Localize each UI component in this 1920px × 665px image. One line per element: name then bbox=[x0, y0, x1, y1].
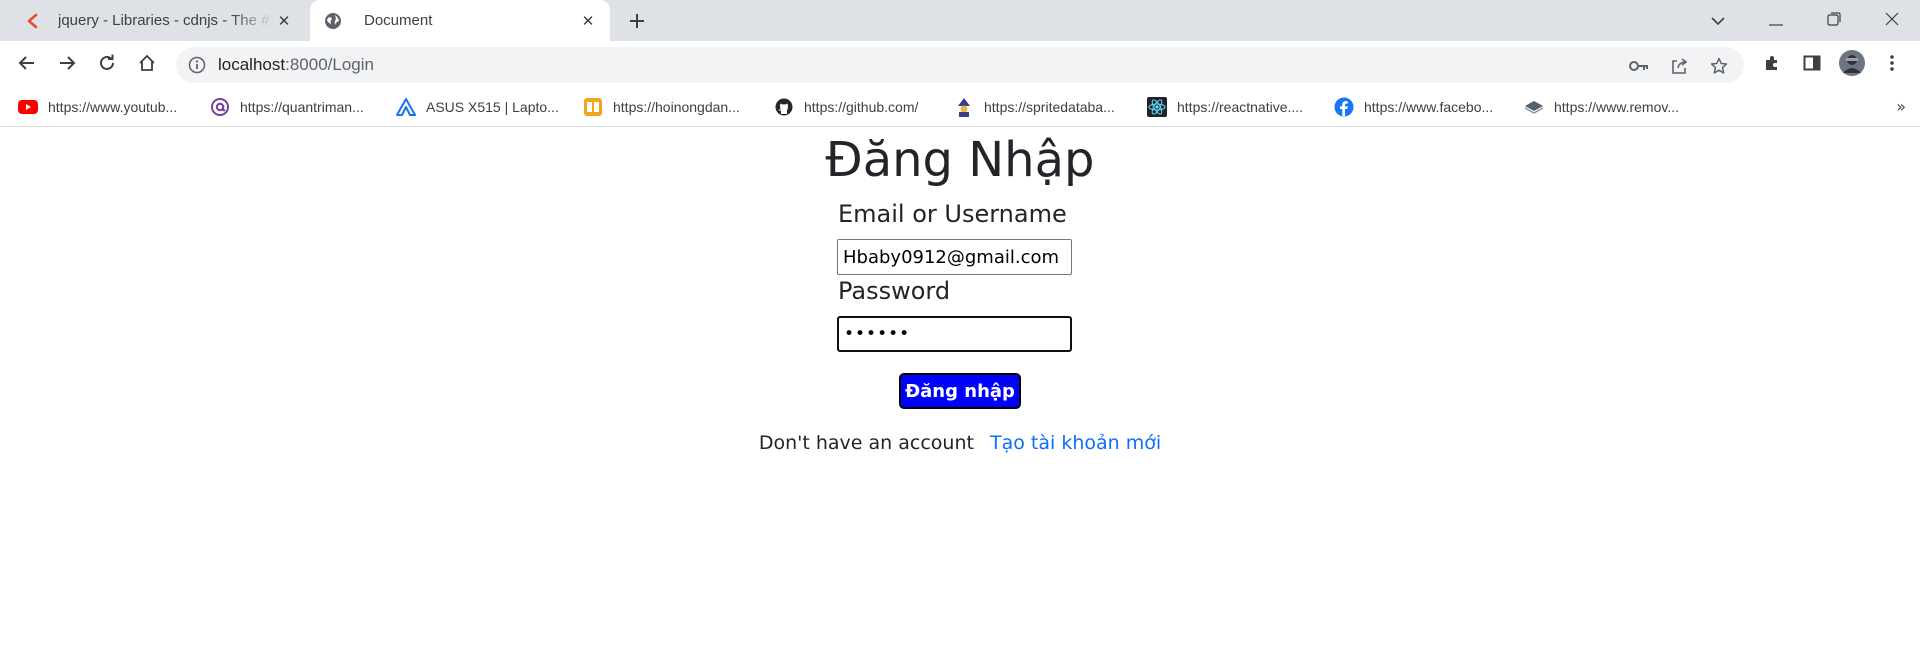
bookmark-label: https://hoinongdan... bbox=[613, 98, 740, 115]
reload-button[interactable] bbox=[91, 49, 123, 81]
github-icon bbox=[774, 97, 794, 117]
bookmark-facebook[interactable]: https://www.facebo... bbox=[1334, 90, 1493, 123]
signup-prompt: Don't have an account Tạo tài khoản mới bbox=[0, 432, 1920, 454]
puzzle-icon bbox=[1763, 54, 1781, 76]
youtube-icon bbox=[18, 97, 38, 117]
home-button[interactable] bbox=[131, 49, 163, 81]
chevron-down-icon bbox=[1710, 11, 1726, 30]
bookmark-hoinongdan[interactable]: https://hoinongdan... bbox=[583, 90, 740, 123]
bookmark-label: https://quantriman... bbox=[240, 98, 364, 115]
page-title: Đăng Nhập bbox=[825, 132, 1095, 188]
tab-search-button[interactable] bbox=[1690, 0, 1746, 41]
bookmark-github[interactable]: https://github.com/ bbox=[774, 90, 918, 123]
bookmark-removebg[interactable]: https://www.remov... bbox=[1524, 90, 1679, 123]
close-icon[interactable]: ✕ bbox=[274, 11, 294, 31]
profile-button[interactable] bbox=[1836, 49, 1868, 81]
cdnjs-icon bbox=[24, 12, 42, 30]
tab-strip: jquery - Libraries - cdnjs - The #1 ✕ Do… bbox=[0, 0, 1920, 41]
close-icon bbox=[1885, 11, 1899, 30]
tab-cdnjs[interactable]: jquery - Libraries - cdnjs - The #1 ✕ bbox=[10, 0, 306, 41]
close-window-button[interactable] bbox=[1864, 0, 1920, 41]
side-panel-icon bbox=[1803, 55, 1821, 75]
email-field[interactable]: Hbaby0912@gmail.com bbox=[837, 239, 1072, 275]
sprite-icon bbox=[954, 97, 974, 117]
bookmark-asus[interactable]: ASUS X515 | Lapto... bbox=[396, 90, 559, 123]
address-bar[interactable]: localhost:8000/Login bbox=[176, 47, 1744, 83]
bookmark-spritedatabase[interactable]: https://spritedataba... bbox=[954, 90, 1115, 123]
restore-button[interactable] bbox=[1806, 0, 1862, 41]
share-icon[interactable] bbox=[1669, 56, 1689, 76]
avatar bbox=[1838, 49, 1866, 81]
signup-link[interactable]: Tạo tài khoản mới bbox=[990, 432, 1161, 454]
bookmark-label: https://github.com/ bbox=[804, 98, 919, 115]
restore-icon bbox=[1827, 11, 1841, 30]
at-icon bbox=[210, 97, 230, 117]
bookmark-label: https://www.remov... bbox=[1554, 98, 1679, 115]
email-label: Email or Username bbox=[838, 200, 1067, 228]
extensions-button[interactable] bbox=[1756, 49, 1788, 81]
close-icon[interactable]: ✕ bbox=[578, 11, 598, 31]
login-button[interactable]: Đăng nhập bbox=[899, 373, 1021, 409]
star-icon[interactable] bbox=[1709, 56, 1729, 76]
facebook-icon bbox=[1334, 97, 1354, 117]
kebab-menu-icon bbox=[1890, 55, 1894, 75]
arrow-right-icon bbox=[58, 55, 76, 75]
password-label: Password bbox=[838, 277, 951, 305]
login-page: Đăng Nhập Email or Username Hbaby0912@gm… bbox=[0, 128, 1920, 665]
browser-toolbar: localhost:8000/Login bbox=[0, 41, 1920, 90]
globe-icon bbox=[324, 12, 342, 30]
home-icon bbox=[138, 54, 156, 76]
info-icon[interactable] bbox=[188, 56, 206, 74]
forward-button[interactable] bbox=[51, 49, 83, 81]
no-account-text: Don't have an account bbox=[758, 432, 974, 454]
reload-icon bbox=[98, 54, 116, 76]
password-field[interactable]: •••••• bbox=[837, 316, 1072, 352]
remove-bg-icon bbox=[1524, 97, 1544, 117]
bookmark-label: https://www.facebo... bbox=[1364, 98, 1494, 115]
bookmark-quantriman[interactable]: https://quantriman... bbox=[210, 90, 364, 123]
url-text: localhost:8000/Login bbox=[218, 55, 374, 75]
back-button[interactable] bbox=[11, 49, 43, 81]
tab-title: Document bbox=[364, 12, 433, 29]
url-host: localhost bbox=[218, 55, 286, 74]
bookmark-label: https://reactnative.... bbox=[1177, 98, 1304, 115]
bookmark-reactnative[interactable]: https://reactnative.... bbox=[1147, 90, 1303, 123]
hoinongdan-icon bbox=[583, 97, 603, 117]
bookmark-youtube[interactable]: https://www.youtub... bbox=[18, 90, 177, 123]
arrow-left-icon bbox=[18, 55, 36, 75]
minimize-icon bbox=[1769, 11, 1783, 30]
new-tab-button[interactable] bbox=[624, 8, 650, 34]
bookmark-label: ASUS X515 | Lapto... bbox=[426, 98, 559, 115]
react-icon bbox=[1147, 96, 1167, 117]
bookmarks-bar: https://www.youtub... https://quantriman… bbox=[0, 90, 1920, 127]
url-path: :8000/Login bbox=[285, 55, 374, 74]
bookmark-label: https://spritedataba... bbox=[984, 98, 1115, 115]
tab-title: jquery - Libraries - cdnjs - The #1 bbox=[58, 12, 274, 29]
side-panel-button[interactable] bbox=[1796, 49, 1828, 81]
tab-document[interactable]: Document ✕ bbox=[310, 0, 610, 41]
asus-icon bbox=[396, 97, 416, 117]
menu-button[interactable] bbox=[1876, 49, 1908, 81]
bookmark-label: https://www.youtub... bbox=[48, 98, 178, 115]
bookmarks-overflow-button[interactable]: » bbox=[1896, 97, 1906, 116]
minimize-button[interactable] bbox=[1748, 0, 1804, 41]
key-icon[interactable] bbox=[1629, 56, 1649, 76]
